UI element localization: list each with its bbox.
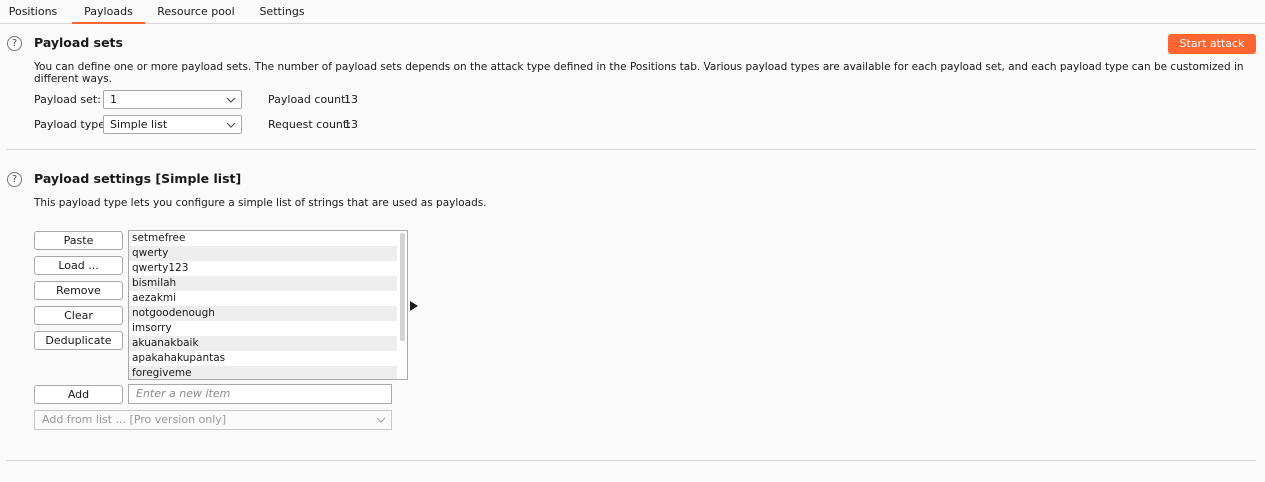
- list-item[interactable]: foregiveme: [129, 366, 397, 379]
- payload-settings-title: Payload settings [Simple list]: [34, 171, 242, 186]
- chevron-down-icon: [226, 97, 236, 103]
- list-item[interactable]: akuanakbaik: [129, 336, 397, 351]
- payload-type-select[interactable]: Simple list: [103, 115, 242, 134]
- help-icon[interactable]: ?: [7, 172, 22, 187]
- tab-positions[interactable]: Positions: [6, 0, 60, 24]
- remove-button[interactable]: Remove: [34, 281, 123, 300]
- request-count-label: Request count:: [268, 118, 351, 131]
- clear-button[interactable]: Clear: [34, 306, 123, 325]
- payload-count-value: 13: [344, 93, 358, 106]
- tab-bar: Positions Payloads Resource pool Setting…: [0, 0, 1265, 24]
- request-count-value: 13: [344, 118, 358, 131]
- scrollbar[interactable]: [400, 233, 405, 341]
- payload-type-label: Payload type:: [34, 118, 109, 131]
- add-button[interactable]: Add: [34, 385, 123, 404]
- payload-type-value: Simple list: [110, 118, 168, 131]
- list-item[interactable]: notgoodenough: [129, 306, 397, 321]
- collapse-arrow-icon[interactable]: [409, 300, 419, 312]
- list-item[interactable]: bismilah: [129, 276, 397, 291]
- tab-resource-pool[interactable]: Resource pool: [157, 0, 235, 24]
- section-divider: [6, 460, 1256, 461]
- help-icon[interactable]: ?: [7, 36, 22, 51]
- deduplicate-button[interactable]: Deduplicate: [34, 331, 123, 350]
- payload-list[interactable]: setmefree qwerty qwerty123 bismilah aeza…: [128, 230, 408, 380]
- payload-count-label: Payload count:: [268, 93, 350, 106]
- list-item[interactable]: imsorry: [129, 321, 397, 336]
- add-from-list-label: Add from list ... [Pro version only]: [42, 413, 227, 426]
- list-item[interactable]: apakahakupantas: [129, 351, 397, 366]
- chevron-down-icon: [226, 122, 236, 128]
- add-from-list-select: Add from list ... [Pro version only]: [34, 410, 392, 430]
- payload-set-value: 1: [110, 93, 117, 106]
- list-item[interactable]: qwerty123: [129, 261, 397, 276]
- list-item[interactable]: setmefree: [129, 231, 397, 246]
- payload-sets-description: You can define one or more payload sets.…: [34, 61, 1244, 85]
- chevron-down-icon: [376, 417, 386, 423]
- payload-settings-description: This payload type lets you configure a s…: [34, 197, 487, 209]
- payload-set-select[interactable]: 1: [103, 90, 242, 109]
- paste-button[interactable]: Paste: [34, 231, 123, 250]
- tab-settings[interactable]: Settings: [254, 0, 310, 24]
- load-button[interactable]: Load ...: [34, 256, 123, 275]
- list-item[interactable]: qwerty: [129, 246, 397, 261]
- payload-set-label: Payload set:: [34, 93, 101, 106]
- tab-payloads[interactable]: Payloads: [72, 0, 145, 24]
- list-item[interactable]: aezakmi: [129, 291, 397, 306]
- payload-sets-title: Payload sets: [34, 35, 123, 50]
- start-attack-button[interactable]: Start attack: [1168, 34, 1256, 54]
- section-divider: [6, 149, 1256, 150]
- new-item-input[interactable]: Enter a new item: [128, 384, 392, 404]
